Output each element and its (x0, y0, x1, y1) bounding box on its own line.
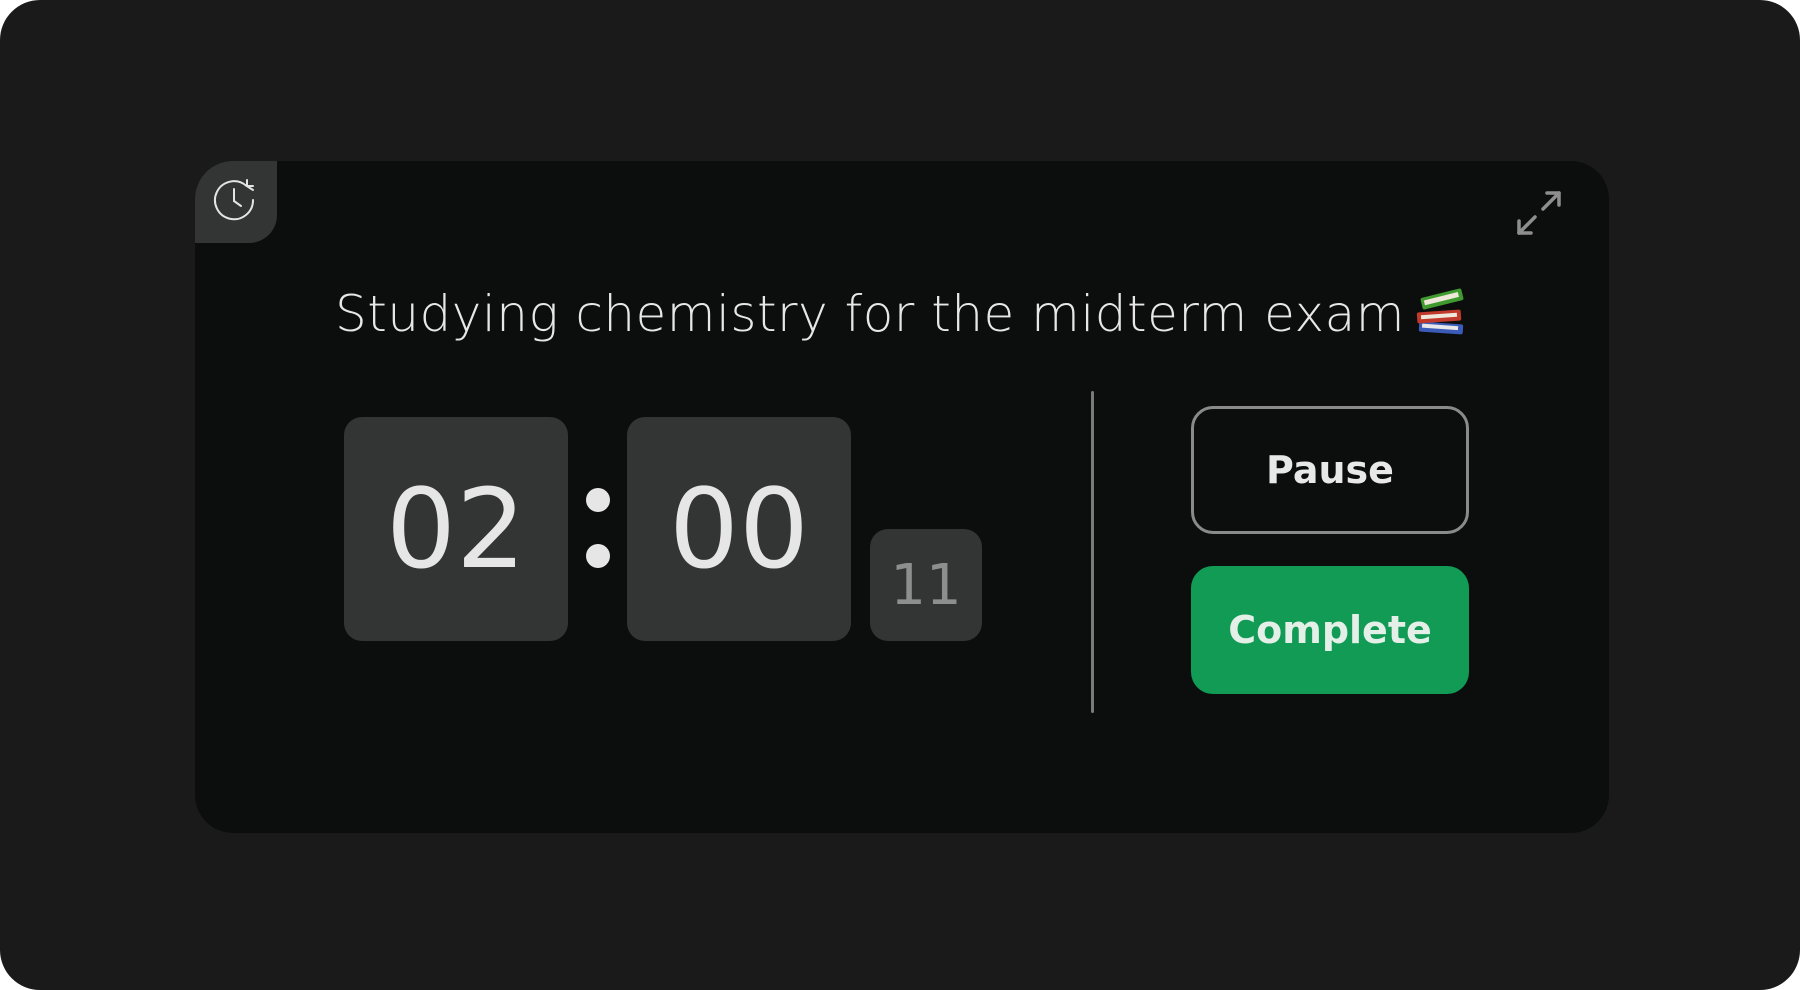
complete-button-label: Complete (1228, 608, 1432, 652)
colon-dot-top (586, 488, 610, 512)
timer-hours: 02 (344, 417, 568, 641)
pause-button[interactable]: Pause (1191, 406, 1469, 534)
history-button[interactable] (195, 161, 277, 243)
timer-card: Studying chemistry for the midterm exam … (195, 161, 1609, 833)
expand-button[interactable] (1511, 187, 1567, 243)
complete-button[interactable]: Complete (1191, 566, 1469, 694)
pause-button-label: Pause (1266, 448, 1394, 492)
timer-seconds: 11 (870, 529, 982, 641)
task-title: Studying chemistry for the midterm exam (195, 283, 1609, 351)
vertical-divider (1091, 391, 1094, 713)
colon-dot-bottom (586, 544, 610, 568)
history-clock-icon (210, 174, 262, 230)
app-screen: Studying chemistry for the midterm exam … (0, 0, 1800, 990)
books-emoji-icon (1413, 283, 1469, 351)
task-title-text: Studying chemistry for the midterm exam (335, 285, 1405, 343)
timer-separator (586, 488, 610, 568)
timer-minutes: 00 (627, 417, 851, 641)
expand-icon (1513, 187, 1565, 243)
